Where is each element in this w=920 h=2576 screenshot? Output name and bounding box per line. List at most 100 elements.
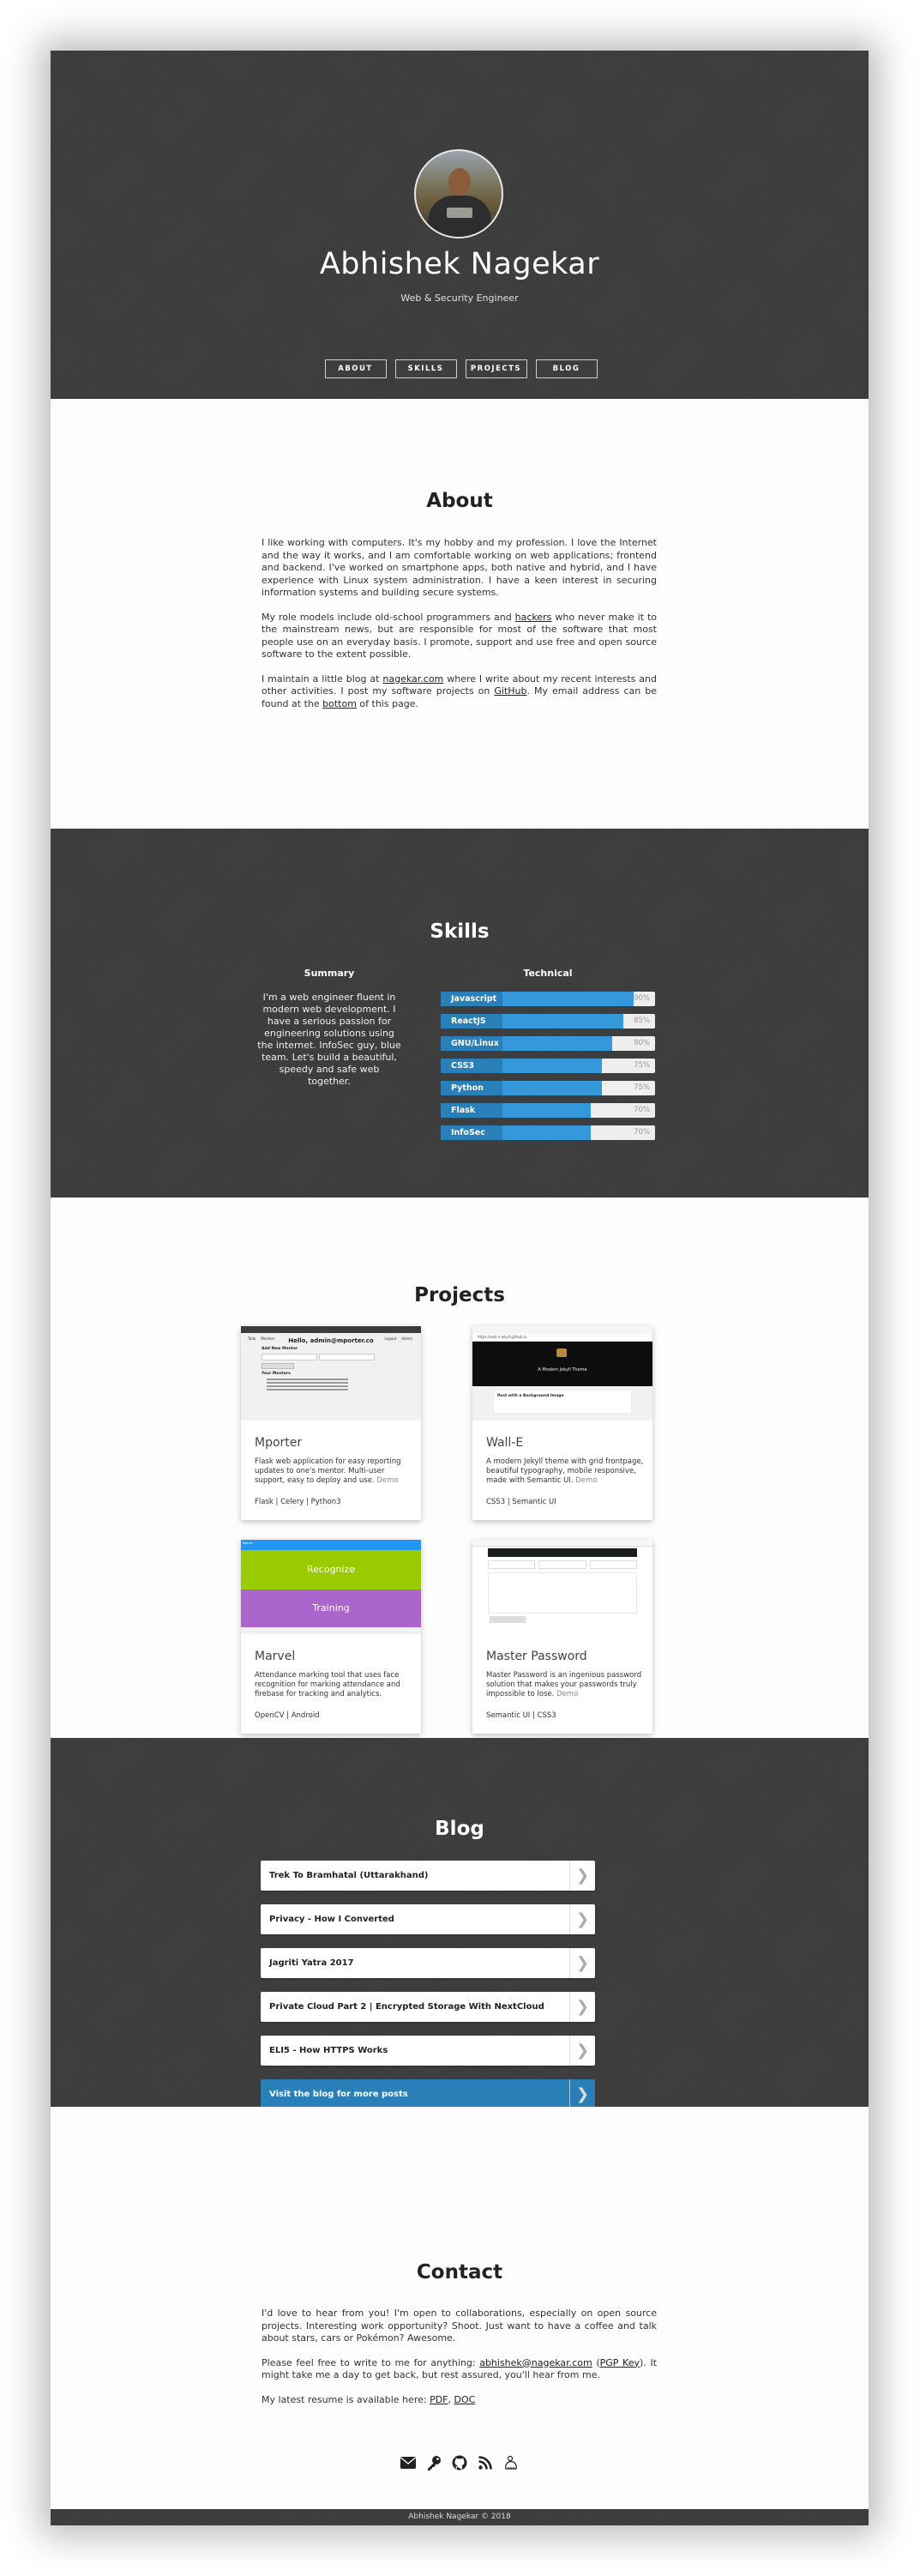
chevron-right-icon: ❯ [569,2036,595,2066]
skill-percent: 80% [634,1039,650,1047]
skills-section: Skills Summary I'm a web engineer fluent… [51,829,869,1198]
technical-title: Technical [523,968,573,979]
skill-bar: ReactJS 85% [441,1014,655,1029]
blog-section: Blog Trek To Bramhatal (Uttarakhand) ❯ Pr… [51,1738,869,2109]
blog-post-link[interactable]: Jagriti Yatra 2017 ❯ [261,1948,595,1978]
project-screenshot: Marvel Recognize Training [241,1540,421,1634]
project-card-master-password[interactable]: Master Password Master Password is an in… [472,1540,652,1734]
blog-post-link[interactable]: ELI5 - How HTTPS Works ❯ [261,2036,595,2066]
skill-percent: 70% [634,1128,650,1137]
skill-percent: 75% [634,1061,650,1070]
skill-label: GNU/Linux [441,1036,502,1051]
page-frame: Abhishek Nagekar Web & Security Engineer… [51,51,869,2525]
project-screenshot: https://wall-e-jekyll.github.io A Modern… [472,1326,652,1421]
blog-post-link[interactable]: Trek To Bramhatal (Uttarakhand) ❯ [261,1861,595,1891]
header: Abhishek Nagekar Web & Security Engineer… [51,51,869,399]
social-icons [51,2454,869,2471]
contact-text: I'd love to hear from you! I'm open to c… [262,2308,657,2418]
resume-pdf-link[interactable]: PDF [430,2394,448,2405]
envelope-icon[interactable] [400,2454,417,2471]
about-title: About [426,490,493,512]
demo-link[interactable]: Demo [376,1476,398,1485]
blog-title: Blog [435,1818,484,1840]
chevron-right-icon: ❯ [569,1861,595,1891]
summary-title: Summary [304,968,355,979]
chevron-right-icon: ❯ [569,1948,595,1978]
github-link[interactable]: GitHub [494,685,526,697]
project-card-wall-e[interactable]: https://wall-e-jekyll.github.io A Modern… [472,1326,652,1520]
blog-post-link[interactable]: Private Cloud Part 2 | Encrypted Storage… [261,1992,595,2022]
skill-label: Python [441,1081,502,1095]
about-paragraph-3: I maintain a little blog at nagekar.com … [262,673,657,709]
skill-bar: CSS3 75% [441,1059,655,1073]
skill-bar: InfoSec 70% [441,1125,655,1140]
contact-paragraph-3: My latest resume is available here: PDF,… [262,2393,476,2405]
project-title: Master Password [486,1650,587,1663]
demo-link[interactable]: Demo [556,1690,578,1698]
project-tags: Semantic UI | CSS3 [486,1711,556,1720]
pgp-key-link[interactable]: PGP Key [600,2357,640,2368]
copyright-text: Abhishek Nagekar © 2018 [408,2513,511,2521]
nav-projects[interactable]: PROJECTS [465,359,527,378]
chevron-right-icon: ❯ [569,1904,595,1934]
project-screenshot: Todo Mentors Logout Admin Hello, admin@mpor… [241,1326,421,1421]
project-description: Attendance marking tool that uses face r… [255,1671,400,1698]
contact-title: Contact [416,2261,503,2283]
keybase-icon[interactable] [502,2454,520,2471]
github-icon[interactable] [451,2454,468,2471]
chevron-right-icon: ❯ [569,1992,595,2022]
skill-label: Flask [441,1103,502,1118]
skill-bars: Javascript 90% ReactJS 85% GNU/Linux 80% CSS3 7… [441,992,655,1148]
skill-bar: Python 75% [441,1081,655,1095]
project-tags: Flask | Celery | Python3 [255,1498,341,1506]
hackers-link[interactable]: hackers [515,612,552,623]
project-title: Marvel [255,1650,296,1663]
key-icon[interactable] [425,2454,442,2471]
skill-label: InfoSec [441,1125,502,1140]
nav-about[interactable]: ABOUT [324,359,387,378]
email-link[interactable]: abhishek@nagekar.com [479,2357,592,2368]
skill-percent: 70% [634,1106,650,1114]
chevron-right-icon: ❯ [569,2079,595,2109]
tagline: Web & Security Engineer [400,293,519,304]
skill-label: CSS3 [441,1059,502,1073]
skill-bar: GNU/Linux 80% [441,1036,655,1051]
skill-bar: Flask 70% [441,1103,655,1118]
project-card-mporter[interactable]: Todo Mentors Logout Admin Hello, admin@mpor… [241,1326,421,1520]
skills-title: Skills [430,920,490,943]
footer: Abhishek Nagekar © 2018 [51,2509,869,2525]
skill-percent: 90% [634,994,650,1003]
blog-link[interactable]: nagekar.com [382,673,443,685]
project-tags: CSS3 | Semantic UI [486,1498,556,1506]
project-card-marvel[interactable]: Marvel Recognize Training Marvel Attenda… [241,1540,421,1734]
nav-skills[interactable]: SKILLS [394,359,457,378]
projects-section: Projects Todo Mentors Logout Admin Hello, a… [51,1198,869,1738]
blog-list: Trek To Bramhatal (Uttarakhand) ❯ Privacy… [261,1861,595,2123]
contact-section: Contact I'd love to hear from you! I'm o… [51,2107,869,2525]
rss-icon[interactable] [477,2454,494,2471]
contact-paragraph-1: I'd love to hear from you! I'm open to c… [262,2308,657,2344]
nav-blog[interactable]: BLOG [535,359,598,378]
about-paragraph-2: My role models include old-school progra… [262,611,657,661]
project-description: Flask web application for easy reporting… [255,1457,401,1485]
project-description: A modern Jekyll theme with grid frontpag… [486,1457,644,1485]
visit-blog-button[interactable]: Visit the blog for more posts ❯ [261,2079,595,2109]
project-title: Mporter [255,1436,303,1450]
skill-percent: 85% [634,1017,650,1025]
skill-bar: Javascript 90% [441,992,655,1006]
about-text: I like working with computers. It's my h… [262,537,657,722]
avatar [414,149,503,238]
about-section: About I like working with computers. It'… [51,399,869,829]
blog-post-link[interactable]: Privacy - How I Converted ❯ [261,1904,595,1934]
project-description: Master Password is an ingenious password… [486,1671,642,1698]
contact-paragraph-2: Please feel free to write to me for anyt… [262,2356,658,2381]
demo-link[interactable]: Demo [575,1476,597,1485]
resume-doc-link[interactable]: DOC [454,2394,476,2405]
site-name: Abhishek Nagekar [319,247,600,281]
project-screenshot [472,1540,652,1634]
project-tags: OpenCV | Android [255,1711,320,1720]
bottom-link[interactable]: bottom [322,698,357,709]
project-title: Wall-E [486,1436,524,1450]
skills-summary: I'm a web engineer fluent in modern web … [257,992,401,1087]
skill-percent: 75% [634,1083,650,1092]
